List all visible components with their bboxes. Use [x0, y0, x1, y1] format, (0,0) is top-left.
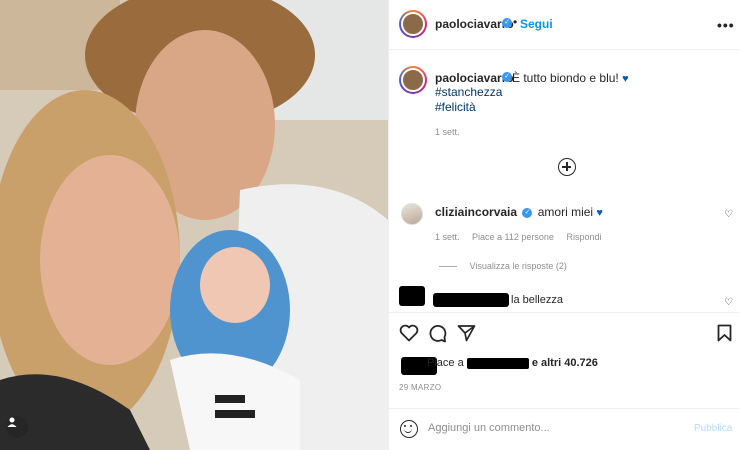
likes-summary[interactable]: Piace a e altri 40.726 [427, 357, 598, 369]
comment-icon[interactable] [428, 324, 447, 343]
add-comment-bar: Pubblica [389, 408, 740, 450]
tagged-users-button[interactable] [6, 416, 28, 438]
hashtag-link[interactable]: #stanchezza [435, 85, 502, 99]
share-paper-plane-icon[interactable] [457, 324, 476, 342]
replies-divider [439, 266, 457, 268]
publish-button[interactable]: Pubblica [694, 423, 732, 434]
follow-button[interactable]: Segui [520, 17, 553, 31]
separator-dot: • [513, 15, 518, 29]
blue-heart-emoji: ♥ [622, 73, 629, 85]
redacted-avatar [399, 286, 425, 306]
view-replies-label: Visualizza le risposte (2) [469, 261, 567, 271]
post-header: paolociavarro ✓ • Segui ••• [389, 0, 740, 50]
like-comment-heart-icon[interactable]: ♡ [724, 209, 733, 220]
photo-illustration [0, 0, 388, 450]
post-date[interactable]: 29 MARZO [399, 383, 441, 392]
person-icon [7, 417, 17, 427]
post-photo[interactable] [0, 0, 388, 450]
author-avatar[interactable] [399, 10, 427, 38]
hashtag-link[interactable]: #felicità [435, 100, 476, 114]
comment-meta: 1 sett. Piace a 112 persone Rispondi [435, 232, 611, 242]
commenter-avatar[interactable] [401, 203, 423, 225]
like-comment-heart-icon[interactable]: ♡ [724, 297, 733, 308]
likes-suffix: e altri 40.726 [531, 357, 598, 369]
comment-text: la bellezza [511, 294, 563, 306]
commenter-username[interactable]: cliziaincorvaia [435, 205, 517, 219]
verified-badge-icon: ✓ [502, 72, 512, 82]
comment-likes[interactable]: Piace a 112 persone [472, 232, 554, 242]
caption-body: È tutto biondo e blu! [512, 71, 619, 85]
caption-author-avatar[interactable] [399, 66, 427, 94]
load-more-comments-icon[interactable] [558, 158, 576, 176]
caption-time[interactable]: 1 sett. [435, 127, 460, 137]
likes-prefix: Piace a [427, 357, 464, 369]
save-bookmark-icon[interactable] [717, 324, 732, 342]
comment-input[interactable] [428, 422, 678, 434]
comment-item: cliziaincorvaia ✓ amori miei ♥ [435, 205, 603, 219]
redacted-username [433, 293, 509, 307]
emoji-picker-icon[interactable] [400, 420, 418, 438]
like-heart-icon[interactable] [399, 324, 419, 342]
more-options-icon[interactable]: ••• [717, 17, 735, 33]
view-replies-button[interactable]: Visualizza le risposte (2) [439, 261, 567, 271]
post-actions-bar [389, 312, 740, 352]
redacted-liker-name [466, 357, 529, 369]
reply-button[interactable]: Rispondi [566, 232, 601, 242]
blue-heart-emoji: ♥ [596, 207, 603, 219]
caption-text: È tutto biondo e blu! ♥ [512, 71, 629, 85]
comment-time[interactable]: 1 sett. [435, 232, 460, 242]
comment-text: amori miei [537, 205, 594, 219]
post-side-panel: paolociavarro ✓ • Segui ••• paolociavarr… [388, 0, 740, 450]
verified-badge-icon: ✓ [502, 18, 512, 28]
verified-badge-icon: ✓ [522, 207, 533, 218]
